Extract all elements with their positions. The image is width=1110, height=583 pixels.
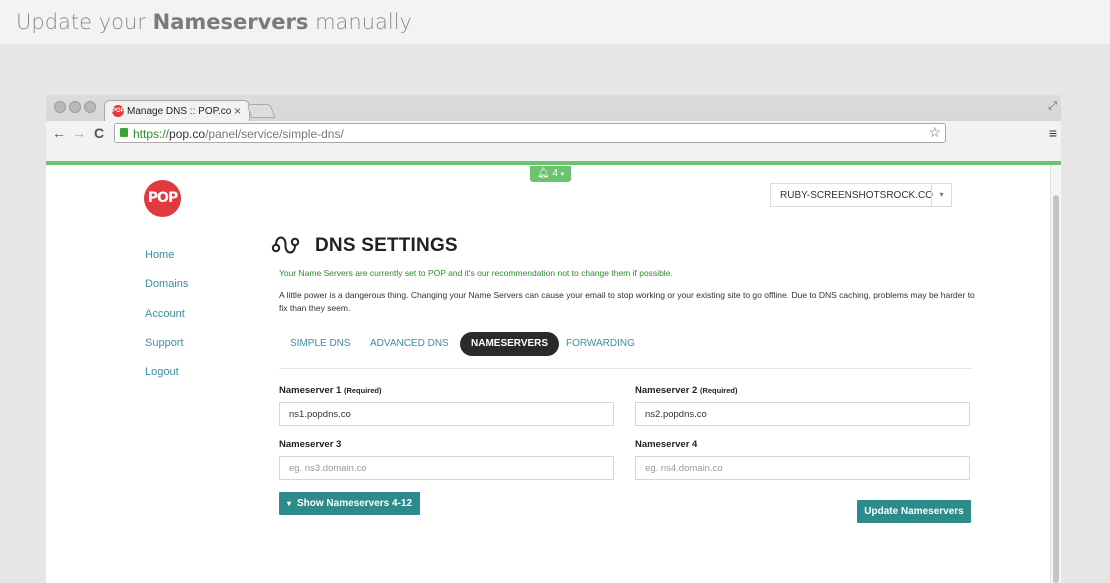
forward-arrow-icon[interactable]: → — [72, 125, 86, 141]
close-window-icon[interactable] — [54, 101, 66, 113]
url-host: pop.co — [169, 127, 206, 141]
chevron-down-icon[interactable]: ▾ — [931, 184, 951, 206]
minimize-window-icon[interactable] — [69, 101, 81, 113]
banner-title-bold: Nameservers — [152, 10, 309, 34]
nameserver-4-input[interactable] — [635, 456, 970, 480]
tabs-divider — [279, 368, 972, 369]
sidebar-item-domains[interactable]: Domains — [145, 278, 188, 307]
warning-note: A little power is a dangerous thing. Cha… — [279, 290, 975, 313]
browser-menu-icon[interactable]: ≡ — [1049, 125, 1057, 141]
nameserver-1-input[interactable] — [279, 402, 614, 426]
banner-title: Update your Nameservers manually — [16, 10, 412, 34]
ns3-label: Nameserver 3 — [279, 439, 342, 450]
ns1-required-text: (Required) — [343, 386, 382, 395]
domain-select-value: RUBY-SCREENSHOTSROCK.CO — [780, 190, 933, 201]
page-title: DNS SETTINGS — [315, 235, 458, 256]
update-nameservers-button[interactable]: Update Nameservers — [857, 500, 971, 523]
notification-caret-icon: ▾ — [560, 171, 565, 178]
sidebar-item-home[interactable]: Home — [145, 249, 188, 278]
recommendation-note: Your Name Servers are currently set to P… — [279, 268, 673, 278]
sidebar-item-logout[interactable]: Logout — [145, 366, 188, 395]
browser-window: POP Manage DNS :: POP.co × ⤢ ← → C https… — [46, 95, 1061, 583]
ns2-label-text: Nameserver 2 — [635, 385, 698, 396]
pop-logo[interactable]: POP — [144, 180, 181, 217]
url-scheme: https:// — [133, 127, 170, 141]
browser-navbar: ← → C https://pop.co/panel/service/simpl… — [46, 121, 1061, 161]
tab-simple-dns[interactable]: SIMPLE DNS — [290, 332, 351, 356]
reload-icon[interactable]: C — [94, 125, 104, 141]
domain-select[interactable]: RUBY-SCREENSHOTSROCK.CO ▾ — [770, 183, 952, 207]
progress-line — [46, 161, 1061, 165]
pop-favicon-icon: POP — [112, 105, 125, 117]
zoom-window-icon[interactable] — [84, 101, 96, 113]
bell-icon: 🔔︎ — [536, 168, 550, 179]
browser-chrome: POP Manage DNS :: POP.co × ⤢ ← → C https… — [46, 95, 1061, 161]
sidebar-item-account[interactable]: Account — [145, 308, 188, 337]
address-bar[interactable]: https://pop.co/panel/service/simple-dns/… — [114, 123, 946, 143]
close-tab-icon[interactable]: × — [234, 104, 241, 118]
ns4-label: Nameserver 4 — [635, 439, 698, 450]
nameserver-2-input[interactable] — [635, 402, 970, 426]
back-arrow-icon[interactable]: ← — [52, 125, 66, 141]
url-path: /panel/service/simple-dns/ — [205, 127, 344, 141]
tab-advanced-dns[interactable]: ADVANCED DNS — [370, 332, 449, 356]
dns-settings-icon — [271, 236, 300, 254]
ns2-required-text: (Required) — [699, 386, 738, 395]
banner-title-post: manually — [308, 10, 412, 34]
ns2-label: Nameserver 2 (Required) — [635, 385, 737, 396]
scrollbar[interactable] — [1050, 165, 1061, 583]
sidebar-nav: Home Domains Account Support Logout — [145, 249, 188, 395]
notification-button[interactable]: 🔔︎ 4 ▾ — [530, 166, 571, 182]
tab-title: Manage DNS :: POP.co — [127, 106, 232, 117]
ns1-label: Nameserver 1 (Required) — [279, 385, 381, 396]
lock-icon — [120, 128, 128, 137]
banner-title-pre: Update your — [16, 10, 153, 34]
ns1-label-text: Nameserver 1 — [279, 385, 342, 396]
nameserver-3-input[interactable] — [279, 456, 614, 480]
url-text[interactable]: https://pop.co/panel/service/simple-dns/ — [133, 127, 344, 141]
chevron-down-icon: ▾ — [286, 499, 291, 508]
notification-count: 4 — [552, 168, 558, 179]
bookmark-star-icon[interactable]: ☆ — [928, 124, 941, 141]
show-nameservers-label: Show Nameservers 4-12 — [296, 498, 413, 509]
tutorial-banner: Update your Nameservers manually — [0, 0, 1110, 44]
fullscreen-icon[interactable]: ⤢ — [1048, 100, 1057, 113]
sidebar-item-support[interactable]: Support — [145, 337, 188, 366]
scrollbar-thumb[interactable] — [1053, 195, 1059, 583]
browser-tab[interactable]: POP Manage DNS :: POP.co × — [104, 100, 250, 122]
new-tab-button[interactable] — [246, 104, 276, 118]
tab-nameservers[interactable]: NAMESERVERS — [460, 332, 560, 356]
show-nameservers-button[interactable]: ▾ Show Nameservers 4-12 — [279, 492, 420, 515]
tab-forwarding[interactable]: FORWARDING — [566, 332, 635, 356]
